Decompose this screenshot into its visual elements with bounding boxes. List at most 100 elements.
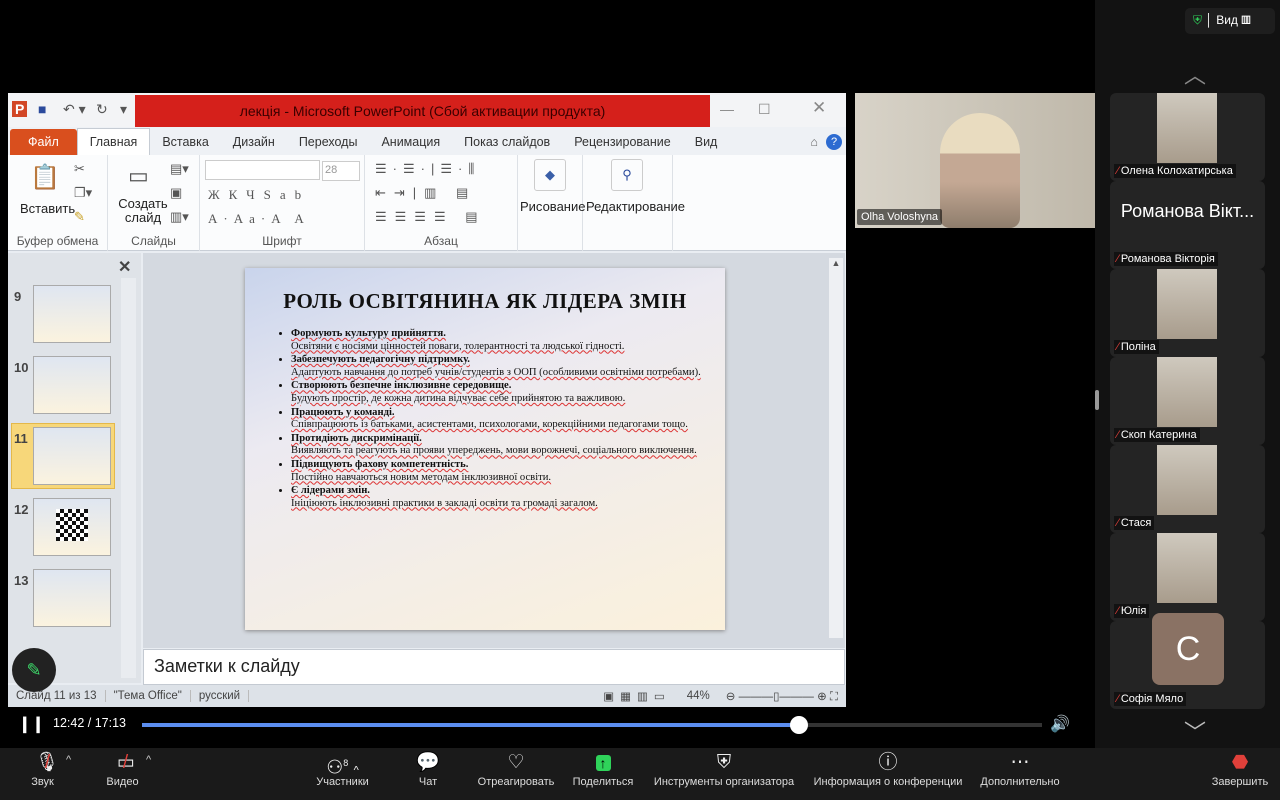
cut-icon[interactable]: ✂	[74, 161, 85, 177]
zoom-level[interactable]: 44%	[679, 690, 718, 702]
video-button[interactable]: ▭/ Видео	[100, 748, 145, 800]
tab-design[interactable]: Дизайн	[221, 129, 287, 155]
participant-tile[interactable]: ⁄ Скоп Катерина	[1110, 357, 1265, 445]
font-size-buttons[interactable]: A·Aa·A A	[208, 211, 310, 227]
ribbon-tabs: Файл Главная Вставка Дизайн Переходы Ани…	[8, 127, 846, 155]
view-button[interactable]: Вид	[1216, 13, 1238, 27]
tab-file[interactable]: Файл	[10, 129, 77, 155]
label: Чат	[418, 776, 438, 788]
scroll-up-icon[interactable]: ︿	[1184, 58, 1206, 90]
drawing-button[interactable]: ◆ Рисование	[518, 155, 585, 251]
notes-field[interactable]: Заметки к слайду	[143, 649, 845, 685]
align-buttons[interactable]: ☰☰☰☰ ▤	[375, 209, 486, 225]
reset-icon[interactable]: ▣	[170, 185, 182, 201]
mic-muted-icon: ⁄	[1117, 253, 1119, 265]
participant-tile[interactable]: C ⁄ Софія Мяло	[1110, 613, 1265, 709]
maximize-button[interactable]: ☐	[758, 101, 771, 118]
slide-thumbnail-9[interactable]	[33, 285, 111, 343]
theme-name[interactable]: "Тема Office"	[106, 690, 191, 702]
audio-button[interactable]: 🎙/ Звук	[20, 748, 65, 800]
new-slide-button[interactable]: Создать слайд	[118, 197, 168, 225]
view-control[interactable]: ⛨ │ Вид ▥	[1185, 8, 1275, 34]
font-group: 28 ЖКЧSab A·Aa·A A Шрифт	[200, 155, 365, 251]
slide-scrollbar[interactable]: ▲	[829, 258, 843, 638]
section-icon[interactable]: ▥▾	[170, 209, 189, 225]
bullet-body: Ініціюють інклюзивні практики в закладі …	[291, 497, 598, 509]
view-buttons[interactable]: ▣▦▥▭	[595, 689, 678, 703]
bullet-body: Будують простір, де кожна дитина відчува…	[291, 392, 626, 404]
list-buttons[interactable]: ☰·☰·|☰·⫼	[375, 161, 480, 177]
tab-home[interactable]: Главная	[76, 128, 151, 155]
slide-thumbnail-12[interactable]	[33, 498, 111, 556]
pause-button[interactable]: ❙❙	[18, 714, 45, 734]
share-button[interactable]: ↑ Поделиться	[568, 748, 638, 800]
close-pane-icon[interactable]: ✕	[118, 257, 131, 277]
tab-review[interactable]: Рецензирование	[562, 129, 683, 155]
volume-icon[interactable]: 🔊	[1050, 714, 1070, 734]
thumb-number: 10	[14, 360, 29, 375]
more-button[interactable]: ⋯ Дополнительно	[976, 748, 1064, 800]
participant-name: Юлія	[1120, 605, 1147, 617]
video-options-caret[interactable]: ^	[146, 754, 151, 766]
customize-qat-icon[interactable]: ▾	[120, 101, 127, 118]
participant-video	[1157, 93, 1217, 163]
panel-resize-handle[interactable]	[1095, 390, 1099, 410]
editing-button[interactable]: ⚲ Редактирование	[583, 155, 685, 251]
progress-handle[interactable]	[790, 716, 808, 734]
slide-bullet: Працюють у команді.Співпрацюють із батьк…	[291, 407, 705, 432]
layout-icon[interactable]: ▤▾	[170, 161, 189, 177]
mic-muted-icon: ⁄	[1117, 429, 1119, 441]
participant-tile[interactable]: Романова Вікт... ⁄ Романова Вікторія	[1110, 181, 1265, 269]
slide-bullet: Є лідерами змін.Ініціюють інклюзивні пра…	[291, 485, 705, 510]
share-arrow-icon: ↑	[568, 748, 638, 776]
participant-tile[interactable]: ⁄ Стася	[1110, 445, 1265, 533]
tab-insert[interactable]: Вставка	[150, 129, 220, 155]
end-button[interactable]: ⬣ Завершить	[1208, 748, 1272, 800]
paste-button[interactable]: Вставить	[20, 201, 75, 216]
chat-button[interactable]: 💬 Чат	[410, 748, 446, 800]
slide-thumbnail-10[interactable]	[33, 356, 111, 414]
bullet-heading: Є лідерами змін.	[291, 485, 370, 497]
scroll-down-icon[interactable]: ﹀	[1184, 715, 1206, 747]
indent-buttons[interactable]: ⇤⇥|▥ ▤	[375, 185, 476, 201]
meeting-info-button[interactable]: ⓘ Информация о конференции	[810, 748, 966, 800]
more-icon: ⋯	[1010, 752, 1030, 773]
tab-view[interactable]: Вид	[683, 129, 730, 155]
zoom-slider[interactable]: ⊖ ———▯——— ⊕ ⛶	[718, 689, 846, 704]
help-icon[interactable]: ?	[826, 134, 842, 150]
participant-tile[interactable]: ⁄ Юлія	[1110, 533, 1265, 621]
minimize-button[interactable]: —	[720, 101, 734, 117]
host-tools-button[interactable]: ⛨ Инструменты организатора	[648, 748, 800, 800]
tab-transitions[interactable]: Переходы	[287, 129, 370, 155]
tab-animation[interactable]: Анимация	[369, 129, 452, 155]
editing-label: Редактирование	[586, 199, 686, 214]
slides-group: ▭ Создать слайд ▤▾ ▣ ▥▾ Слайды	[108, 155, 200, 251]
participant-tile[interactable]: ⁄ Поліна	[1110, 269, 1265, 357]
undo-icon[interactable]: ↶ ▾	[63, 101, 86, 118]
slide-thumbnail-13[interactable]	[33, 569, 111, 627]
slide[interactable]: РОЛЬ ОСВІТЯНИНА ЯК ЛІДЕРА ЗМІН Формують …	[245, 268, 725, 630]
tab-slideshow[interactable]: Показ слайдов	[452, 129, 562, 155]
close-button[interactable]: ✕	[812, 98, 826, 118]
participant-tile[interactable]: ⁄ Олена Колохатирська	[1110, 93, 1265, 181]
paste-icon[interactable]: 📋	[30, 163, 60, 192]
slide-thumbnail-11[interactable]	[33, 427, 111, 485]
react-button[interactable]: ♡ Отреагировать	[472, 748, 560, 800]
audio-options-caret[interactable]: ^	[66, 754, 71, 766]
format-painter-icon[interactable]: ✎	[74, 209, 85, 225]
copy-icon[interactable]: ❐▾	[74, 185, 92, 201]
new-slide-icon[interactable]: ▭	[128, 163, 149, 189]
font-size-field[interactable]: 28	[322, 161, 360, 181]
progress-track[interactable]	[142, 716, 1042, 734]
redo-icon[interactable]: ↻	[96, 101, 108, 118]
thumbnails-scrollbar[interactable]	[121, 278, 136, 678]
participant-name: Романова Вікторія	[1120, 253, 1215, 265]
language[interactable]: русский	[191, 690, 250, 702]
save-icon[interactable]: ■	[38, 101, 46, 117]
font-name-field[interactable]	[205, 160, 320, 180]
participants-button[interactable]: ⚇8 ^ Участники	[310, 748, 375, 800]
collapse-ribbon-icon[interactable]: ⌂	[806, 129, 822, 155]
font-format-buttons[interactable]: ЖКЧSab	[208, 187, 310, 203]
annotate-pencil-icon[interactable]: ✎	[12, 648, 56, 692]
participant-name: Олена Колохатирська	[1120, 165, 1233, 177]
